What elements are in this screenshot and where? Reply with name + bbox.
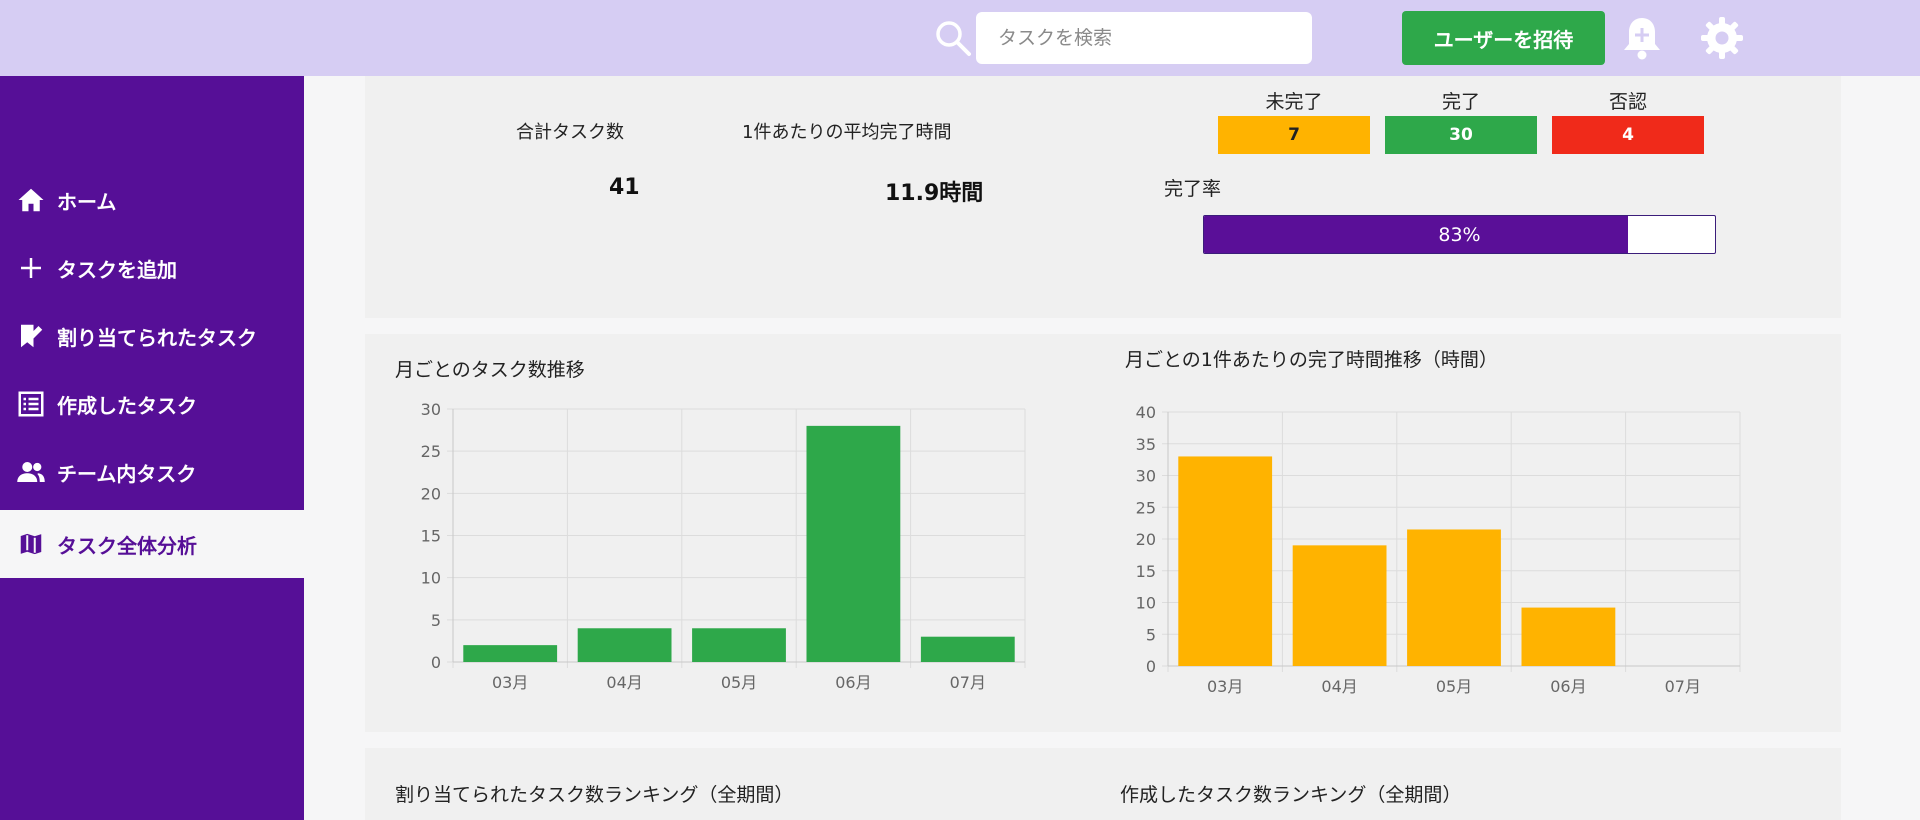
bell-plus-icon[interactable]: [1620, 14, 1664, 62]
sidebar-item-task-analysis[interactable]: タスク全体分析: [0, 510, 304, 578]
y-tick-label: 40: [1136, 403, 1156, 422]
bar-03月: [463, 645, 558, 662]
assigned-ranking-title: 割り当てられたタスク数ランキング（全期間）: [395, 784, 794, 806]
sidebar: ホーム タスクを追加 割り当てられたタスク 作成したタスク チーム内タスク タス…: [0, 76, 304, 820]
avg-completion-value: 11.9時間: [885, 181, 984, 206]
incomplete-label: 未完了: [1265, 91, 1323, 113]
map-icon: [18, 531, 44, 557]
x-tick-label: 06月: [835, 673, 871, 692]
rejected-count-badge: 4: [1552, 116, 1704, 154]
sidebar-item-label: タスクを追加: [57, 257, 177, 282]
plus-icon: [21, 258, 41, 278]
completion-rate-label: 完了率: [1164, 178, 1222, 200]
invite-user-button[interactable]: ユーザーを招待: [1402, 11, 1605, 65]
sidebar-item-label: チーム内タスク: [57, 461, 197, 486]
y-tick-label: 25: [421, 442, 441, 461]
x-tick-label: 05月: [1436, 677, 1472, 696]
sidebar-item-add-task[interactable]: タスクを追加: [0, 234, 304, 302]
sidebar-item-label: 割り当てられたタスク: [57, 325, 257, 350]
bar-04月: [577, 628, 672, 662]
people-icon: [17, 462, 45, 482]
bar-04月: [1292, 545, 1387, 666]
y-tick-label: 15: [1136, 562, 1156, 581]
y-tick-label: 5: [431, 611, 441, 630]
bar-06月: [1521, 607, 1616, 666]
y-tick-label: 20: [1136, 530, 1156, 549]
incomplete-count-badge: 7: [1218, 116, 1370, 154]
monthly-task-count-title: 月ごとのタスク数推移: [395, 359, 585, 381]
x-tick-label: 04月: [606, 673, 642, 692]
y-tick-label: 10: [1136, 594, 1156, 613]
top-header: ユーザーを招待: [0, 0, 1920, 76]
x-tick-label: 07月: [950, 673, 986, 692]
x-tick-label: 06月: [1550, 677, 1586, 696]
total-tasks-value: 41: [609, 175, 640, 200]
list-icon: [18, 391, 44, 417]
y-tick-label: 0: [1146, 657, 1156, 676]
sidebar-item-created-tasks[interactable]: 作成したタスク: [0, 370, 304, 438]
assigned-icon: [21, 324, 43, 348]
total-tasks-label: 合計タスク数: [516, 122, 624, 143]
x-tick-label: 07月: [1665, 677, 1701, 696]
sidebar-item-label: ホーム: [57, 189, 117, 214]
home-icon: [18, 188, 44, 212]
y-tick-label: 0: [431, 653, 441, 672]
sidebar-item-team-tasks[interactable]: チーム内タスク: [0, 438, 304, 506]
sidebar-item-label: タスク全体分析: [57, 533, 197, 558]
rejected-label: 否認: [1608, 91, 1647, 113]
complete-label: 完了: [1441, 91, 1480, 113]
completion-progress-bar: 83%: [1203, 215, 1716, 254]
x-tick-label: 03月: [492, 673, 528, 692]
y-tick-label: 5: [1146, 625, 1156, 644]
bar-07月: [920, 636, 1015, 662]
x-tick-label: 05月: [721, 673, 757, 692]
bar-05月: [692, 628, 786, 662]
monthly-task-count-chart: 0 5 10 15 20 25 30 03月 04月 05月 06月 07月: [421, 400, 1026, 692]
search-input[interactable]: [976, 12, 1312, 64]
x-tick-label: 04月: [1321, 677, 1357, 696]
bar-03月: [1178, 456, 1273, 666]
y-tick-label: 30: [1136, 467, 1156, 486]
bar-05月: [1407, 529, 1501, 666]
avg-completion-label: 1件あたりの平均完了時間: [742, 122, 952, 143]
y-tick-label: 10: [421, 569, 441, 588]
y-tick-label: 35: [1136, 435, 1156, 454]
sidebar-item-home[interactable]: ホーム: [0, 166, 304, 234]
progress-text: 83%: [1438, 223, 1481, 246]
y-tick-label: 25: [1136, 498, 1156, 517]
y-tick-label: 15: [421, 527, 441, 546]
x-tick-label: 03月: [1207, 677, 1243, 696]
y-tick-label: 30: [421, 400, 441, 419]
sidebar-item-assigned-tasks[interactable]: 割り当てられたタスク: [0, 302, 304, 370]
complete-count-badge: 30: [1385, 116, 1537, 154]
created-ranking-title: 作成したタスク数ランキング（全期間）: [1120, 784, 1462, 806]
sidebar-item-label: 作成したタスク: [57, 393, 197, 418]
monthly-completion-time-chart: 0 5 10 15 20 25 30 35 40 03月 04月 05月 06月 07月: [1136, 403, 1741, 696]
bar-06月: [806, 425, 901, 662]
y-tick-label: 20: [421, 484, 441, 503]
monthly-completion-time-title: 月ごとの1件あたりの完了時間推移（時間）: [1125, 349, 1498, 371]
search-icon[interactable]: [933, 18, 973, 58]
gear-icon[interactable]: [1700, 16, 1744, 60]
